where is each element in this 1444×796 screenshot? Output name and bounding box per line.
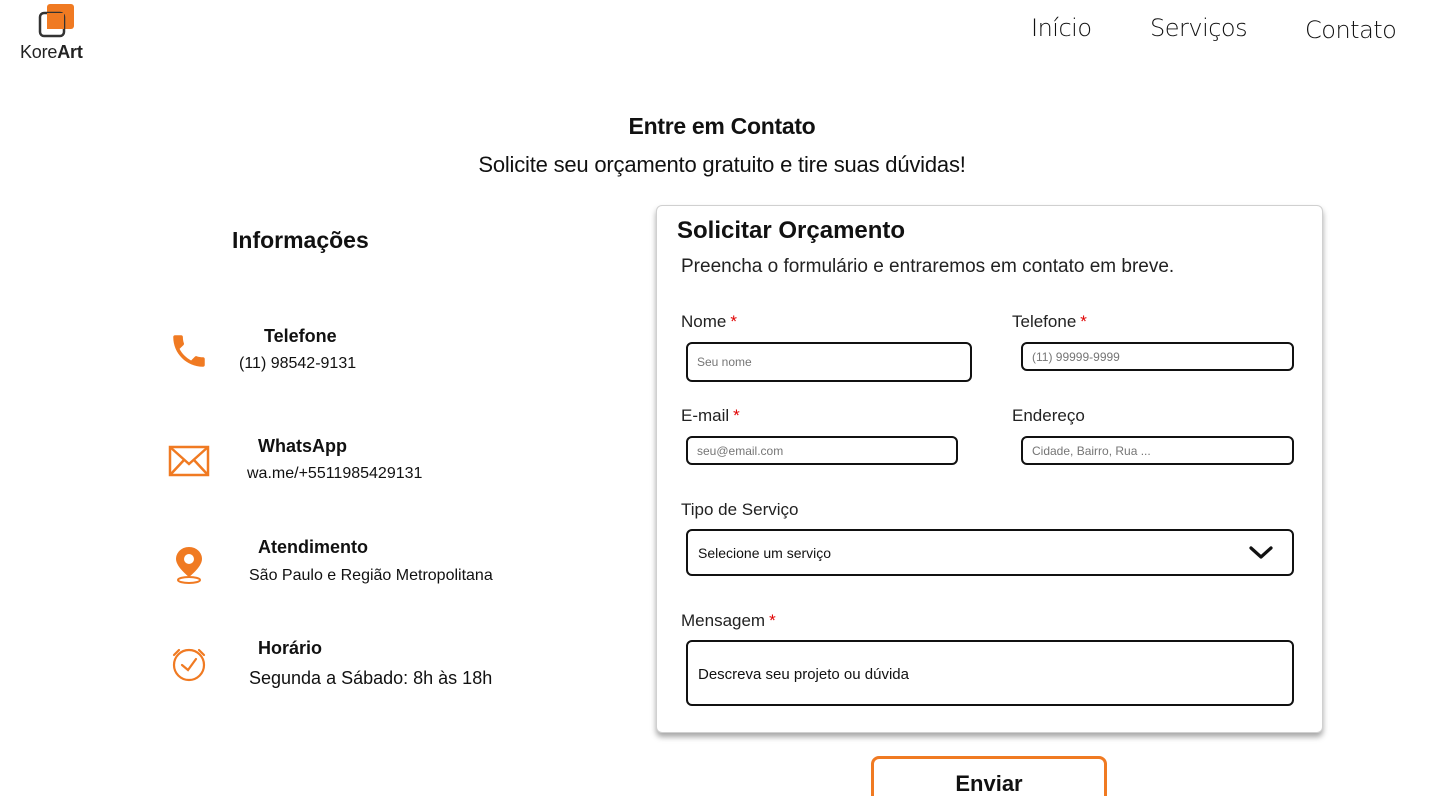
nome-label: Nome * — [681, 312, 737, 331]
servico-select[interactable]: Selecione um serviço — [686, 529, 1294, 576]
form-subtitle: Preencha o formulário e entraremos em co… — [681, 256, 1175, 277]
location-pin-icon — [176, 547, 202, 584]
telefone-label: Telefone * — [1012, 312, 1087, 331]
servico-selected-value: Selecione um serviço — [698, 545, 832, 561]
form-title: Solicitar Orçamento — [677, 217, 906, 244]
page-subtitle: Solicite seu orçamento gratuito e tire s… — [478, 152, 966, 177]
page-title: Entre em Contato — [628, 113, 816, 139]
email-label: E-mail * — [681, 406, 740, 425]
mail-icon — [168, 445, 210, 477]
info-value-whatsapp[interactable]: wa.me/+5511985429131 — [247, 465, 422, 483]
info-title-atendimento: Atendimento — [258, 537, 368, 557]
servico-label: Tipo de Serviço — [681, 500, 799, 519]
telefone-input[interactable] — [1021, 342, 1294, 371]
mensagem-placeholder: Descreva seu projeto ou dúvida — [698, 666, 909, 683]
info-heading: Informações — [232, 227, 369, 253]
info-value-horario: Segunda a Sábado: 8h às 18h — [249, 668, 493, 688]
chevron-down-icon — [1249, 546, 1273, 559]
info-value-telefone: (11) 98542-9131 — [239, 355, 357, 372]
endereco-label: Endereço — [1012, 406, 1085, 425]
email-input[interactable] — [686, 436, 958, 465]
endereco-input[interactable] — [1021, 436, 1294, 465]
logo-icon — [38, 4, 74, 38]
info-title-horario: Horário — [258, 638, 323, 658]
mensagem-textarea[interactable]: Descreva seu projeto ou dúvida — [686, 640, 1294, 706]
nav-link-inicio[interactable]: Início — [1031, 14, 1092, 42]
quote-form-card: Solicitar Orçamento Preencha o formulári… — [656, 205, 1323, 733]
submit-button[interactable]: Enviar — [871, 756, 1107, 796]
nav-link-contato[interactable]: Contato — [1305, 16, 1397, 44]
phone-icon — [173, 335, 205, 367]
nav-link-servicos[interactable]: Serviços — [1150, 14, 1248, 42]
info-title-telefone: Telefone — [264, 326, 337, 346]
mensagem-label: Mensagem * — [681, 611, 776, 630]
brand-logo[interactable]: KoreArt — [20, 4, 100, 62]
brand-name: KoreArt — [20, 42, 83, 62]
info-value-atendimento: São Paulo e Região Metropolitana — [249, 567, 493, 584]
nome-input[interactable] — [686, 342, 972, 382]
clock-icon — [172, 648, 206, 682]
info-title-whatsapp: WhatsApp — [258, 436, 347, 456]
